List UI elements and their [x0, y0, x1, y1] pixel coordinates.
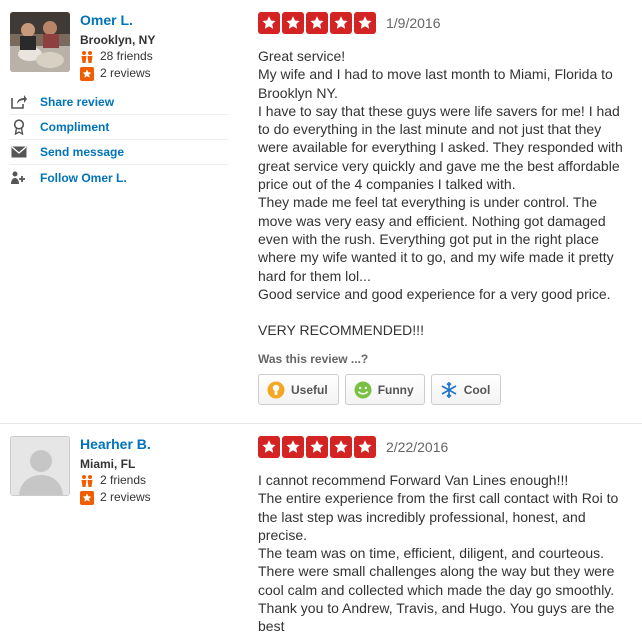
friends-icon	[80, 474, 94, 488]
useful-icon	[267, 381, 285, 399]
user-name[interactable]: Omer L.	[80, 12, 230, 29]
share-icon	[10, 94, 28, 110]
user-location: Brooklyn, NY	[80, 33, 156, 47]
vote-buttons: Useful Funny Cool	[258, 374, 507, 405]
cool-button[interactable]: Cool	[430, 374, 502, 405]
helpful-prompt: Was this review ...?	[258, 352, 369, 366]
star-icon	[330, 436, 352, 458]
review-date: 1/9/2016	[386, 15, 441, 31]
star-icon	[282, 436, 304, 458]
avatar[interactable]	[10, 436, 70, 496]
compliment-label: Compliment	[40, 120, 110, 134]
star-icon	[306, 12, 328, 34]
follow-user-link[interactable]: Follow Omer L.	[10, 165, 228, 190]
cool-icon	[440, 381, 458, 399]
review-card: Hearher B. Miami, FL 2 friends 2 reviews…	[0, 423, 642, 635]
reviews-icon	[80, 490, 94, 505]
avatar[interactable]	[10, 12, 70, 72]
review-text: Great service! My wife and I had to move…	[258, 48, 623, 339]
star-rating	[258, 12, 378, 34]
compliment-icon	[10, 119, 28, 135]
friends-count: 2 friends	[80, 472, 230, 489]
send-message-link[interactable]: Send message	[10, 140, 228, 165]
funny-button[interactable]: Funny	[344, 374, 425, 405]
cool-label: Cool	[463, 382, 491, 397]
reviews-count: 2 reviews	[80, 489, 230, 506]
review-card: Omer L. Brooklyn, NY 28 friends 2 review…	[0, 0, 642, 420]
review-date: 2/22/2016	[386, 439, 449, 455]
star-icon	[306, 436, 328, 458]
reviews-count: 2 reviews	[80, 65, 230, 82]
friends-label: 28 friends	[100, 49, 153, 63]
useful-button[interactable]: Useful	[258, 374, 339, 405]
friends-count: 28 friends	[80, 48, 230, 65]
reviews-icon	[80, 66, 94, 81]
star-icon	[258, 12, 280, 34]
review-content: 2/22/2016 I cannot recommend Forward Van…	[258, 436, 638, 635]
funny-label: Funny	[377, 382, 414, 397]
friends-icon	[80, 50, 94, 64]
user-location: Miami, FL	[80, 457, 136, 471]
reviews-label: 2 reviews	[100, 66, 151, 80]
star-icon	[354, 436, 376, 458]
review-content: 1/9/2016 Great service! My wife and I ha…	[258, 12, 638, 340]
star-icon	[258, 436, 280, 458]
star-icon	[282, 12, 304, 34]
useful-label: Useful	[291, 382, 328, 397]
share-review-link[interactable]: Share review	[10, 90, 228, 115]
compliment-link[interactable]: Compliment	[10, 115, 228, 140]
star-icon	[354, 12, 376, 34]
star-rating	[258, 436, 378, 458]
share-review-label: Share review	[40, 95, 115, 109]
follow-icon	[10, 170, 28, 186]
friends-label: 2 friends	[100, 473, 147, 487]
reviews-label: 2 reviews	[100, 490, 151, 504]
message-icon	[10, 144, 28, 160]
user-name[interactable]: Hearher B.	[80, 436, 230, 453]
review-actions: Share review Compliment Send message Fol…	[10, 90, 228, 190]
send-message-label: Send message	[40, 145, 125, 159]
review-text: I cannot recommend Forward Van Lines eno…	[258, 472, 619, 635]
funny-icon	[354, 381, 372, 399]
follow-user-label: Follow Omer L.	[40, 170, 127, 185]
star-icon	[330, 12, 352, 34]
